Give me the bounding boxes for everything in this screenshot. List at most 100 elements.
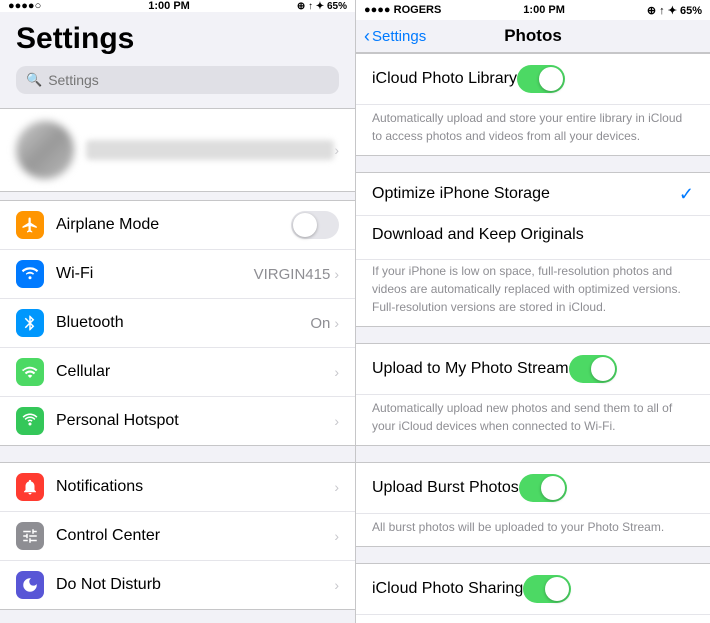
time-right: 1:00 PM bbox=[523, 4, 565, 16]
bluetooth-label: Bluetooth bbox=[56, 314, 310, 332]
time-left: 1:00 PM bbox=[148, 0, 190, 12]
toggle-knob bbox=[545, 577, 569, 601]
cellular-chevron-icon: › bbox=[334, 364, 339, 380]
profile-chevron-icon: › bbox=[334, 142, 339, 158]
system-section: Notifications › Control Center › Do Not … bbox=[0, 462, 355, 610]
optimize-storage-row[interactable]: Optimize iPhone Storage ✓ bbox=[356, 172, 710, 216]
network-section: Airplane Mode Wi-Fi VIRGIN415 › Bluetoot… bbox=[0, 200, 355, 446]
icloud-sharing-desc-row: Create albums to share with other people… bbox=[356, 615, 710, 623]
control-icon bbox=[21, 527, 39, 545]
notifications-icon bbox=[21, 478, 39, 496]
notifications-chevron-icon: › bbox=[334, 479, 339, 495]
control-center-label: Control Center bbox=[56, 527, 334, 545]
donotdisturb-chevron-icon: › bbox=[334, 577, 339, 593]
bluetooth-value: On bbox=[310, 315, 330, 332]
nav-bar: ‹ Settings Photos bbox=[356, 20, 710, 53]
toggle-knob bbox=[591, 357, 615, 381]
profile-section[interactable]: › bbox=[0, 108, 355, 192]
control-icon-box bbox=[16, 522, 44, 550]
burst-photos-desc-row: All burst photos will be uploaded to you… bbox=[356, 514, 710, 547]
profile-info bbox=[86, 140, 334, 160]
cellular-icon bbox=[21, 363, 39, 381]
search-bar[interactable]: 🔍 bbox=[16, 66, 339, 94]
burst-photos-section: Upload Burst Photos All burst photos wil… bbox=[356, 462, 710, 547]
airplane-mode-row[interactable]: Airplane Mode bbox=[0, 201, 355, 250]
control-center-row[interactable]: Control Center › bbox=[0, 512, 355, 561]
airplane-label: Airplane Mode bbox=[56, 216, 291, 234]
control-center-chevron-icon: › bbox=[334, 528, 339, 544]
hotspot-chevron-icon: › bbox=[334, 413, 339, 429]
carrier-right: ●●●● ROGERS bbox=[364, 4, 441, 16]
photo-stream-row[interactable]: Upload to My Photo Stream bbox=[356, 343, 710, 395]
bluetooth-row[interactable]: Bluetooth On › bbox=[0, 299, 355, 348]
battery-icons-right: ⊕ ↑ ✦ 65% bbox=[647, 4, 702, 17]
keep-originals-desc-block: If your iPhone is low on space, full-res… bbox=[356, 260, 710, 327]
moon-icon bbox=[21, 576, 39, 594]
toggle-knob bbox=[541, 476, 565, 500]
icloud-library-desc: Automatically upload and store your enti… bbox=[372, 111, 682, 143]
avatar bbox=[16, 121, 74, 179]
photo-stream-desc-row: Automatically upload new photos and send… bbox=[356, 395, 710, 446]
donotdisturb-label: Do Not Disturb bbox=[56, 576, 334, 594]
donotdisturb-icon-box bbox=[16, 571, 44, 599]
cellular-icon-box bbox=[16, 358, 44, 386]
wifi-icon bbox=[21, 265, 39, 283]
back-button[interactable]: ‹ Settings bbox=[364, 26, 426, 47]
photo-stream-label: Upload to My Photo Stream bbox=[372, 360, 569, 378]
icloud-library-desc-row: Automatically upload and store your enti… bbox=[356, 105, 710, 156]
cellular-row[interactable]: Cellular › bbox=[0, 348, 355, 397]
keep-originals-label: Download and Keep Originals bbox=[372, 226, 584, 255]
settings-title: Settings bbox=[0, 12, 355, 60]
icloud-sharing-label: iCloud Photo Sharing bbox=[372, 580, 523, 598]
notifications-icon-box bbox=[16, 473, 44, 501]
hotspot-row[interactable]: Personal Hotspot › bbox=[0, 397, 355, 445]
photo-stream-desc: Automatically upload new photos and send… bbox=[372, 401, 672, 433]
search-icon: 🔍 bbox=[26, 72, 42, 88]
icloud-sharing-toggle[interactable] bbox=[523, 575, 571, 603]
hotspot-icon-box bbox=[16, 407, 44, 435]
photo-stream-toggle[interactable] bbox=[569, 355, 617, 383]
search-input[interactable] bbox=[48, 72, 329, 88]
airplane-icon bbox=[21, 216, 39, 234]
airplane-toggle[interactable] bbox=[291, 211, 339, 239]
status-bar-right: ●●●● ROGERS 1:00 PM ⊕ ↑ ✦ 65% bbox=[356, 0, 710, 20]
cellular-label: Cellular bbox=[56, 363, 334, 381]
toggle-knob bbox=[293, 213, 317, 237]
icloud-library-section: iCloud Photo Library Automatically uploa… bbox=[356, 53, 710, 156]
wifi-label: Wi-Fi bbox=[56, 265, 254, 283]
icloud-sharing-section: iCloud Photo Sharing Create albums to sh… bbox=[356, 563, 710, 623]
keep-originals-desc: If your iPhone is low on space, full-res… bbox=[372, 264, 681, 314]
right-panel: ●●●● ROGERS 1:00 PM ⊕ ↑ ✦ 65% ‹ Settings… bbox=[355, 0, 710, 623]
wifi-icon-box bbox=[16, 260, 44, 288]
wifi-value: VIRGIN415 bbox=[254, 266, 331, 283]
burst-photos-desc: All burst photos will be uploaded to you… bbox=[372, 520, 664, 534]
icloud-library-label: iCloud Photo Library bbox=[372, 70, 517, 88]
page-title: Photos bbox=[504, 26, 562, 46]
notifications-row[interactable]: Notifications › bbox=[0, 463, 355, 512]
burst-photos-row[interactable]: Upload Burst Photos bbox=[356, 462, 710, 514]
back-label: Settings bbox=[372, 28, 426, 45]
icloud-library-toggle[interactable] bbox=[517, 65, 565, 93]
left-panel: ●●●●○ 1:00 PM ⊕ ↑ ✦ 65% Settings 🔍 › Air… bbox=[0, 0, 355, 623]
bluetooth-icon bbox=[21, 314, 39, 332]
hotspot-label: Personal Hotspot bbox=[56, 412, 334, 430]
checkmark-icon: ✓ bbox=[679, 184, 694, 205]
airplane-icon-box bbox=[16, 211, 44, 239]
status-bar-left: ●●●●○ 1:00 PM ⊕ ↑ ✦ 65% bbox=[0, 0, 355, 12]
wifi-chevron-icon: › bbox=[334, 266, 339, 282]
storage-section: Optimize iPhone Storage ✓ Download and K… bbox=[356, 172, 710, 327]
optimize-label: Optimize iPhone Storage bbox=[372, 185, 679, 203]
toggle-knob bbox=[539, 67, 563, 91]
photos-content: iCloud Photo Library Automatically uploa… bbox=[356, 53, 710, 623]
bluetooth-icon-box bbox=[16, 309, 44, 337]
donotdisturb-row[interactable]: Do Not Disturb › bbox=[0, 561, 355, 609]
keep-originals-row[interactable]: Download and Keep Originals bbox=[356, 216, 710, 260]
burst-photos-toggle[interactable] bbox=[519, 474, 567, 502]
icloud-library-row[interactable]: iCloud Photo Library bbox=[356, 53, 710, 105]
hotspot-icon bbox=[21, 412, 39, 430]
notifications-label: Notifications bbox=[56, 478, 334, 496]
icloud-sharing-row[interactable]: iCloud Photo Sharing bbox=[356, 563, 710, 615]
burst-photos-label: Upload Burst Photos bbox=[372, 479, 519, 497]
wifi-row[interactable]: Wi-Fi VIRGIN415 › bbox=[0, 250, 355, 299]
photo-stream-section: Upload to My Photo Stream Automatically … bbox=[356, 343, 710, 446]
